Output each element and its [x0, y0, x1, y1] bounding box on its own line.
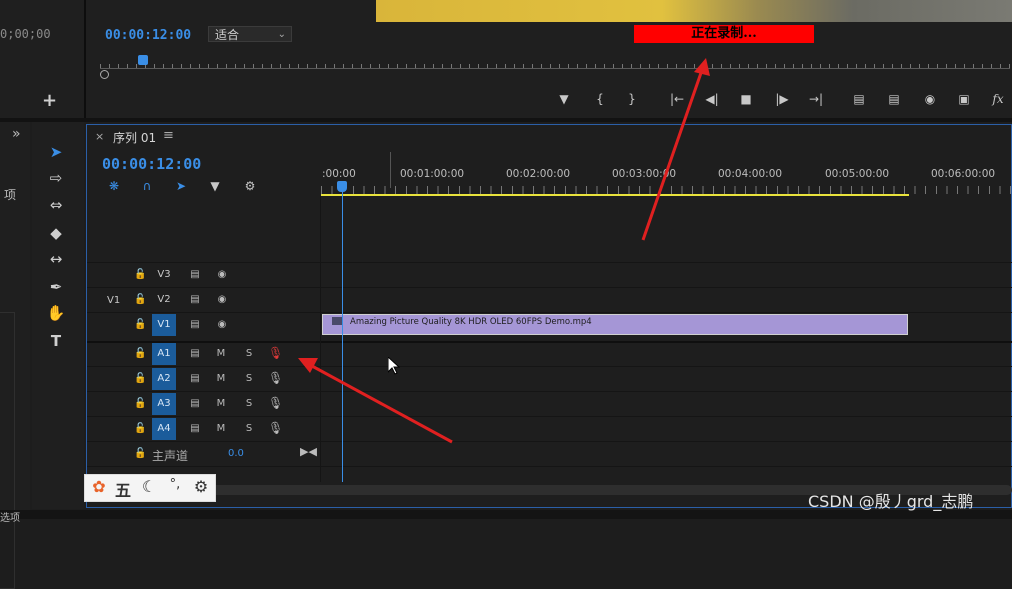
- arrowhead: [298, 358, 318, 373]
- watermark: CSDN @殷丿grd_志鹏: [808, 492, 974, 511]
- mouse-cursor-icon: [388, 357, 400, 375]
- arrow-to-mic: [311, 364, 453, 444]
- annotation-arrows: [298, 58, 710, 444]
- options-label: 选项: [0, 513, 20, 524]
- arrowhead: [694, 58, 710, 76]
- arrow-to-recording: [641, 69, 704, 241]
